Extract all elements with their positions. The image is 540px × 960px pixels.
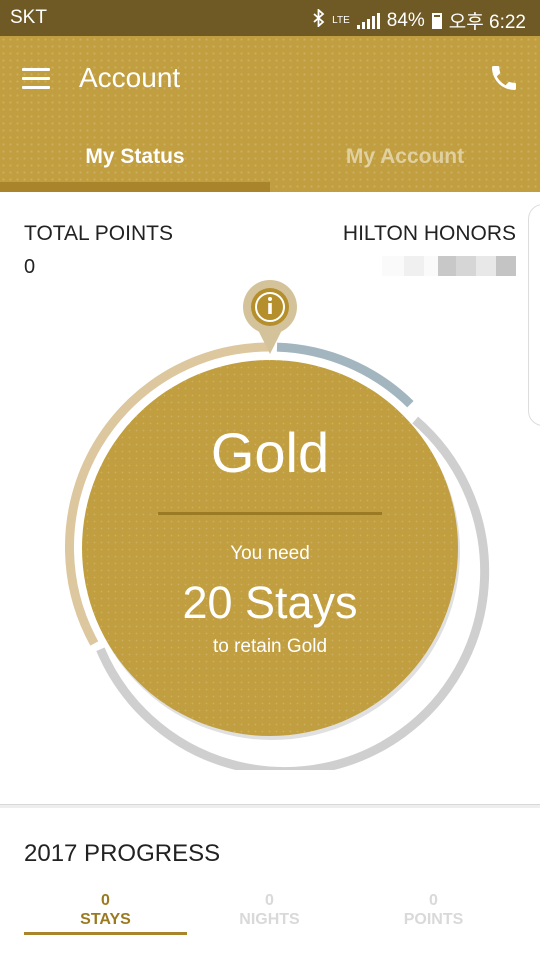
- tier-level: Gold: [210, 421, 330, 484]
- progress-tab-points[interactable]: 0 POINTS: [352, 892, 515, 930]
- points-count: 0: [429, 892, 438, 909]
- hamburger-menu-icon[interactable]: [22, 68, 50, 90]
- battery-percent: 84%: [386, 9, 425, 31]
- progress-tab-nights[interactable]: 0 NIGHTS: [188, 892, 351, 930]
- stays-requirement: 20 Stays: [182, 577, 358, 628]
- bluetooth-icon: [313, 7, 325, 33]
- points-label: POINTS: [403, 911, 464, 928]
- page-title: Account: [79, 62, 181, 93]
- status-gauge: [65, 280, 490, 770]
- status-bar: SKT LTE 84% 오후 6:22: [0, 0, 540, 36]
- tier-divider: [158, 512, 382, 515]
- carrier-name: SKT: [10, 7, 47, 28]
- clock: 오후 6:22: [448, 12, 526, 33]
- section-divider: [0, 804, 540, 808]
- nights-label: NIGHTS: [239, 911, 300, 928]
- battery-icon: [431, 12, 442, 29]
- progress-title: 2017 PROGRESS: [24, 840, 221, 867]
- signal-icon: [356, 12, 380, 29]
- progress-tab-indicator: [24, 932, 187, 935]
- retain-text: to retain Gold: [212, 636, 328, 657]
- membership-label: HILTON HONORS: [342, 222, 516, 245]
- stays-label: STAYS: [80, 911, 131, 928]
- status-icons: LTE 84% 오후 6:22: [313, 7, 526, 34]
- lte-icon: LTE: [332, 15, 350, 26]
- tab-my-account[interactable]: My Account: [270, 136, 540, 192]
- app-bar: Account My Status My Account: [0, 36, 540, 192]
- tab-indicator: [0, 182, 270, 192]
- stays-count: 0: [101, 892, 110, 909]
- progress-tab-stays[interactable]: 0 STAYS: [24, 892, 187, 930]
- need-text: You need: [230, 543, 310, 564]
- info-icon[interactable]: [243, 280, 297, 354]
- phone-icon[interactable]: [488, 62, 520, 94]
- total-points-label: TOTAL POINTS: [24, 222, 173, 245]
- nights-count: 0: [265, 892, 274, 909]
